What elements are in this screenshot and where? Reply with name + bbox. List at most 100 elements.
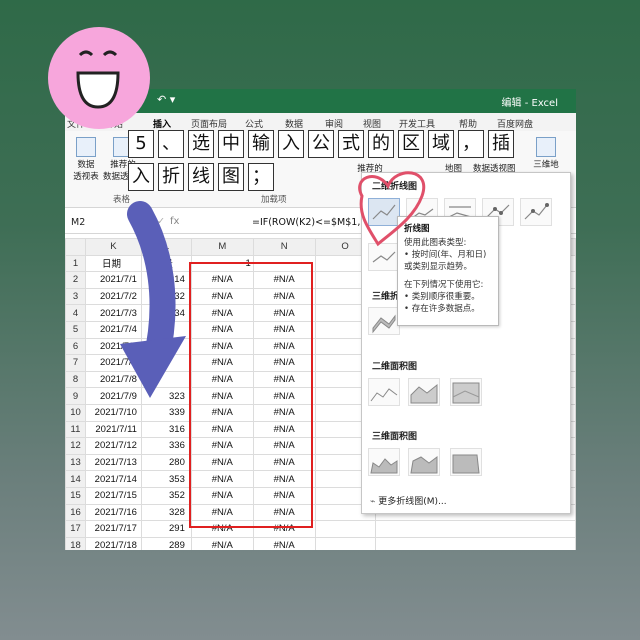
sales-cell[interactable]: 352 bbox=[140, 486, 192, 505]
column-header-k[interactable]: K bbox=[84, 238, 142, 256]
name-box[interactable]: M2 bbox=[65, 213, 142, 232]
row-header[interactable]: 11 bbox=[65, 420, 86, 439]
row-header[interactable]: 3 bbox=[65, 287, 86, 306]
date-cell[interactable]: 2021/7/15 bbox=[84, 486, 142, 505]
row-header[interactable]: 2 bbox=[65, 271, 86, 289]
date-cell[interactable]: 2021/7/16 bbox=[84, 503, 142, 522]
sales-cell[interactable]: 289 bbox=[140, 536, 192, 550]
date-cell[interactable]: 2021/7/2 bbox=[84, 287, 142, 306]
sales-cell[interactable] bbox=[140, 354, 192, 372]
tab-help[interactable]: 帮助 bbox=[459, 117, 477, 130]
confirm-icon[interactable]: ✓ bbox=[157, 216, 165, 227]
date-cell[interactable]: 2021/7/12 bbox=[84, 437, 142, 455]
tab-developer[interactable]: 开发工具 bbox=[399, 117, 435, 130]
sales-cell[interactable]: 234 bbox=[140, 304, 192, 322]
column-header-n[interactable]: N bbox=[252, 238, 316, 256]
row-header[interactable]: 13 bbox=[65, 453, 86, 472]
date-cell[interactable]: 2021/7/8 bbox=[84, 370, 142, 389]
column-header-l[interactable]: L bbox=[140, 238, 192, 256]
cancel-icon[interactable]: ✕ bbox=[145, 216, 153, 227]
row-header[interactable]: 5 bbox=[65, 320, 86, 339]
instruction-glyph: 输 bbox=[248, 130, 274, 158]
stacked-marker-option[interactable] bbox=[520, 198, 552, 226]
tab-view[interactable]: 视图 bbox=[363, 117, 381, 130]
cell[interactable] bbox=[314, 536, 376, 550]
date-cell[interactable]: 2021/7/1 bbox=[84, 271, 142, 289]
sales-cell[interactable]: 323 bbox=[140, 387, 192, 405]
cell[interactable]: 日期 bbox=[84, 254, 142, 273]
date-cell[interactable]: 2021/7/10 bbox=[84, 403, 142, 422]
row-header[interactable]: 1 bbox=[65, 254, 86, 273]
formula-cell-n[interactable]: #N/A bbox=[252, 536, 316, 550]
sales-cell[interactable]: 314 bbox=[140, 271, 192, 289]
sales-cell[interactable] bbox=[140, 320, 192, 339]
date-cell[interactable]: 2021/7/17 bbox=[84, 520, 142, 538]
row-header[interactable]: 8 bbox=[65, 370, 86, 389]
3d-area-option[interactable] bbox=[368, 448, 400, 476]
cell[interactable] bbox=[374, 536, 576, 550]
row-header[interactable]: 14 bbox=[65, 470, 86, 488]
date-cell[interactable]: 2021/7/14 bbox=[84, 470, 142, 488]
row-header[interactable]: 15 bbox=[65, 486, 86, 505]
tab-formulas[interactable]: 公式 bbox=[245, 117, 263, 130]
row-header[interactable]: 4 bbox=[65, 304, 86, 322]
percent-area-option[interactable] bbox=[450, 378, 482, 406]
sales-cell[interactable]: 332 bbox=[140, 287, 192, 306]
sales-cell[interactable]: 336 bbox=[140, 437, 192, 455]
row-header[interactable]: 16 bbox=[65, 503, 86, 522]
sales-cell[interactable]: 339 bbox=[140, 403, 192, 422]
sales-cell[interactable]: 353 bbox=[140, 470, 192, 488]
row-header[interactable]: 17 bbox=[65, 520, 86, 538]
tab-review[interactable]: 审阅 bbox=[325, 117, 343, 130]
formula-input[interactable]: =IF(ROW(K2)<=$M$1,K2, bbox=[252, 213, 376, 232]
cell[interactable] bbox=[314, 520, 376, 538]
area-option[interactable] bbox=[368, 378, 400, 406]
row-header[interactable]: 18 bbox=[65, 536, 86, 550]
sales-cell[interactable] bbox=[140, 370, 192, 389]
cell[interactable] bbox=[374, 520, 576, 538]
pivot-table-button[interactable]: 数据 透视表 bbox=[69, 137, 103, 183]
date-cell[interactable]: 2021/7/9 bbox=[84, 387, 142, 405]
sales-cell[interactable]: 316 bbox=[140, 420, 192, 439]
instruction-glyph: ， bbox=[458, 130, 484, 158]
corner-cell[interactable] bbox=[65, 238, 86, 256]
percent-marker-option[interactable] bbox=[368, 243, 400, 271]
more-line-charts-link[interactable]: ⌁ 更多折线图(M)... bbox=[370, 494, 447, 507]
3d-line-option[interactable] bbox=[368, 307, 400, 335]
sales-cell[interactable]: 328 bbox=[140, 503, 192, 522]
line-chart-option[interactable] bbox=[368, 198, 400, 226]
area-chart-icon bbox=[370, 388, 398, 402]
date-cell[interactable]: 2021/7/18 bbox=[84, 536, 142, 550]
3d-stacked-area-option[interactable] bbox=[408, 448, 440, 476]
tab-data[interactable]: 数据 bbox=[285, 117, 303, 130]
sales-cell[interactable] bbox=[140, 337, 192, 356]
row-header[interactable]: 6 bbox=[65, 337, 86, 356]
sales-cell[interactable]: 280 bbox=[140, 453, 192, 472]
tab-insert[interactable]: 插入 bbox=[153, 117, 171, 130]
date-cell[interactable]: 2021/7/6 bbox=[84, 354, 142, 372]
row-header[interactable]: 7 bbox=[65, 354, 86, 372]
row-header[interactable]: 9 bbox=[65, 387, 86, 405]
date-cell[interactable]: 2021/7/5 bbox=[84, 337, 142, 356]
date-cell[interactable]: 2021/7/13 bbox=[84, 453, 142, 472]
row-header[interactable]: 10 bbox=[65, 403, 86, 422]
date-cell[interactable]: 2021/7/4 bbox=[84, 320, 142, 339]
column-header-m[interactable]: M bbox=[190, 238, 254, 256]
date-cell[interactable]: 2021/7/11 bbox=[84, 420, 142, 439]
3d-percent-area-option[interactable] bbox=[450, 448, 482, 476]
tab-baidu-netdisk[interactable]: 百度网盘 bbox=[497, 117, 533, 130]
table-row: 18 2021/7/18 289 #N/A #N/A bbox=[65, 536, 576, 550]
stacked-area-icon bbox=[410, 383, 438, 404]
instruction-glyph: 式 bbox=[338, 130, 364, 158]
tab-page-layout[interactable]: 页面布局 bbox=[191, 117, 227, 130]
quick-access-toolbar[interactable]: ↶ ▾ bbox=[157, 93, 175, 106]
instruction-line-1: 5、选中输入公式的区域，插 bbox=[128, 130, 514, 158]
date-cell[interactable]: 2021/7/3 bbox=[84, 304, 142, 322]
row-header[interactable]: 12 bbox=[65, 437, 86, 455]
sales-cell[interactable]: 291 bbox=[140, 520, 192, 538]
fx-icon[interactable]: fx bbox=[170, 216, 179, 227]
cell[interactable]: 销量 bbox=[140, 254, 192, 273]
section-2d-area: 二维面积图 bbox=[372, 362, 418, 372]
stacked-area-option[interactable] bbox=[408, 378, 440, 406]
formula-cell-m[interactable]: #N/A bbox=[190, 536, 254, 550]
